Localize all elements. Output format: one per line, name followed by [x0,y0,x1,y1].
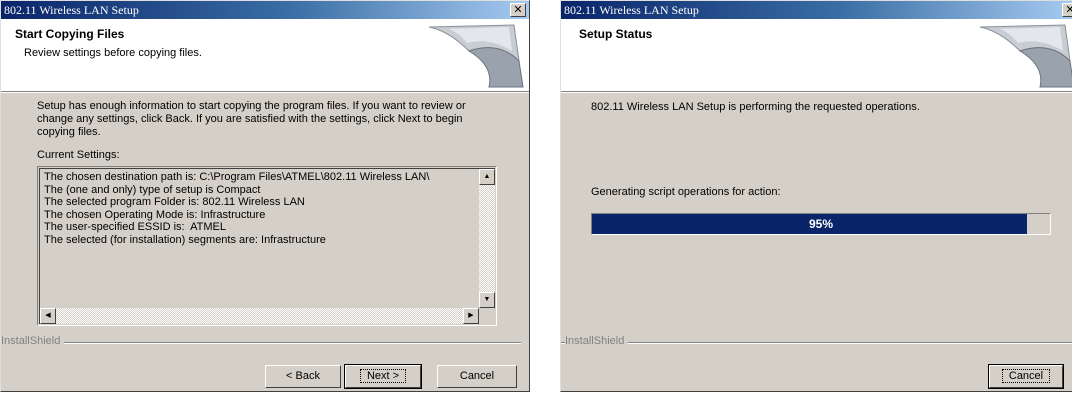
horizontal-scrollbar[interactable]: ◀ ▶ [40,308,479,324]
brand-divider [561,342,1072,344]
title-bar[interactable]: 802.11 Wireless LAN Setup [561,1,1072,19]
scroll-corner [479,308,495,324]
header-panel: Setup Status [561,19,1072,92]
setting-line: The chosen destination path is: C:\Progr… [44,171,430,183]
installshield-brand: InstallShield [1,335,65,347]
header-panel: Start Copying Files Review settings befo… [1,19,529,92]
setup-status-dialog: 802.11 Wireless LAN Setup ✕ Setup Status… [560,0,1072,392]
back-button-label: < Back [286,370,320,382]
progress-label: 95% [808,217,834,231]
setting-line: The (one and only) type of setup is Comp… [44,183,261,196]
scroll-right-icon[interactable]: ▶ [463,308,479,324]
scroll-up-icon[interactable]: ▲ [479,169,495,185]
setting-line: The selected (for installation) segments… [44,233,326,246]
action-text: Generating script operations for action: [591,186,781,198]
scroll-left-icon[interactable]: ◀ [40,308,56,324]
title-bar[interactable]: 802.11 Wireless LAN Setup [1,1,529,19]
cancel-button[interactable]: Cancel [988,364,1064,389]
setting-line: The selected program Folder is: 802.11 W… [44,196,305,208]
settings-text: The chosen destination path is: C:\Progr… [44,171,429,246]
cancel-button-label: Cancel [1001,369,1051,383]
page-subtitle: Review settings before copying files. [24,47,202,59]
cancel-button-label: Cancel [459,370,495,382]
setting-line: The chosen Operating Mode is: Infrastruc… [44,208,266,221]
description-line-1: Setup has enough information to start co… [37,100,466,112]
back-button[interactable]: < Back [265,365,341,388]
cancel-button[interactable]: Cancel [437,365,517,388]
vertical-scrollbar[interactable]: ▲ ▼ [479,169,495,308]
progress-bar: 95% [591,213,1051,235]
installshield-header-graphic [979,24,1072,88]
next-button[interactable]: Next > [344,364,422,389]
settings-textbox[interactable]: The chosen destination path is: C:\Progr… [37,166,497,326]
description-line-2: change any settings, click Back. If you … [37,113,463,125]
close-icon[interactable]: ✕ [1062,3,1072,17]
next-button-label: Next > [359,369,407,383]
status-text: 802.11 Wireless LAN Setup is performing … [591,101,920,113]
window-title: 802.11 Wireless LAN Setup [564,3,699,17]
installshield-header-graphic [428,24,524,88]
scroll-down-icon[interactable]: ▼ [479,292,495,308]
window-title: 802.11 Wireless LAN Setup [4,3,139,17]
description-line-3: copying files. [37,126,101,138]
close-icon[interactable]: ✕ [510,3,526,17]
brand-divider [1,342,521,344]
start-copying-dialog: 802.11 Wireless LAN Setup ✕ Start Copyin… [0,0,530,392]
installshield-brand: InstallShield [565,335,629,347]
setting-line: The user-specified ESSID is: ATMEL [44,221,226,233]
page-title: Setup Status [579,27,653,41]
page-title: Start Copying Files [15,27,125,41]
current-settings-label: Current Settings: [37,149,120,161]
